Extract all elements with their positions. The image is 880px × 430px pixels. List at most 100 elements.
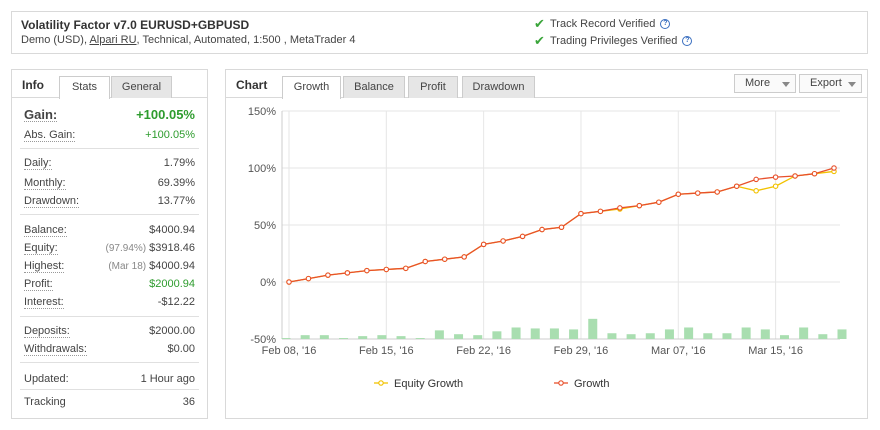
growth-point bbox=[364, 267, 370, 274]
growth-point bbox=[811, 170, 818, 177]
chevron-down-icon bbox=[848, 82, 856, 87]
tab-balance[interactable]: Balance bbox=[343, 76, 405, 98]
growth-point bbox=[500, 238, 506, 244]
growth-point bbox=[461, 254, 467, 260]
growth-point bbox=[286, 279, 292, 285]
highest-date: (Mar 18) bbox=[108, 261, 147, 272]
growth-point bbox=[578, 210, 584, 217]
volume-bar bbox=[645, 333, 655, 339]
volume-bar bbox=[281, 338, 291, 339]
more-button[interactable]: More bbox=[734, 74, 796, 93]
growth-point bbox=[675, 191, 682, 197]
help-icon[interactable]: ? bbox=[682, 36, 693, 46]
help-icon[interactable]: ? bbox=[660, 19, 671, 29]
growth-point bbox=[325, 272, 331, 278]
stat-updated: Updated: 1 Hour ago bbox=[24, 373, 195, 385]
check-icon: ✔ bbox=[534, 33, 545, 48]
growth-point bbox=[305, 275, 312, 282]
stat-withdrawals: Withdrawals: $0.00 bbox=[24, 343, 195, 356]
info-tabs: Info Stats General bbox=[12, 70, 207, 99]
growth-point bbox=[656, 199, 662, 205]
growth-point bbox=[539, 226, 545, 233]
export-button[interactable]: Export bbox=[799, 74, 862, 93]
growth-point bbox=[636, 202, 643, 209]
chevron-down-icon bbox=[782, 82, 790, 87]
equity-point bbox=[753, 188, 759, 194]
growth-point bbox=[480, 241, 487, 248]
volume-bar bbox=[358, 336, 368, 339]
tab-profit[interactable]: Profit bbox=[408, 76, 458, 98]
track-record-verified: ✔ Track Record Verified ? bbox=[534, 16, 671, 32]
check-icon: ✔ bbox=[534, 16, 545, 31]
x-tick-label: Mar 15, '16 bbox=[748, 345, 803, 357]
volume-bar bbox=[473, 335, 483, 339]
stat-equity: Equity: (97.94%) $3918.46 bbox=[24, 242, 195, 255]
info-panel: Info Stats General Gain: +100.05% Abs. Ga… bbox=[11, 69, 208, 419]
stat-monthly: Monthly: 69.39% bbox=[24, 177, 195, 190]
legend-marker bbox=[378, 380, 384, 386]
volume-bar bbox=[396, 336, 406, 339]
strategy-header: Volatility Factor v7.0 EURUSD+GBPUSD Dem… bbox=[11, 11, 868, 54]
strategy-title: Volatility Factor v7.0 EURUSD+GBPUSD bbox=[21, 18, 250, 32]
x-tick-label: Feb 15, '16 bbox=[359, 345, 414, 357]
legend-label: Equity Growth bbox=[394, 378, 463, 390]
broker-link[interactable]: Alpari RU bbox=[89, 34, 136, 46]
equity-percent: (97.94%) bbox=[105, 243, 147, 254]
x-tick-label: Feb 29, '16 bbox=[554, 345, 609, 357]
volume-bar bbox=[377, 335, 387, 339]
growth-point bbox=[383, 266, 390, 273]
growth-point bbox=[733, 183, 740, 189]
strategy-subtitle: Demo (USD), Alpari RU, Technical, Automa… bbox=[21, 34, 355, 46]
tab-drawdown[interactable]: Drawdown bbox=[462, 76, 535, 98]
y-tick-label: 100% bbox=[248, 163, 276, 175]
x-tick-label: Feb 08, '16 bbox=[262, 345, 317, 357]
volume-bar bbox=[492, 331, 502, 339]
chart-heading: Chart bbox=[236, 78, 268, 92]
volume-bar bbox=[626, 334, 636, 339]
stat-abs-gain: Abs. Gain: +100.05% bbox=[24, 129, 195, 142]
volume-bar bbox=[530, 328, 540, 339]
volume-bar bbox=[607, 333, 617, 339]
y-tick-label: 0% bbox=[260, 277, 276, 289]
volume-bar bbox=[722, 333, 732, 339]
stat-interest: Interest: -$12.22 bbox=[24, 296, 195, 309]
subtitle-account: Demo (USD), bbox=[21, 34, 90, 46]
divider bbox=[20, 214, 199, 215]
volume-bar bbox=[664, 329, 674, 339]
volume-bar bbox=[549, 328, 559, 339]
volume-bar bbox=[837, 329, 847, 339]
growth-point bbox=[422, 258, 429, 265]
legend-label: Growth bbox=[574, 378, 609, 390]
growth-point bbox=[617, 205, 623, 211]
volume-bar bbox=[300, 335, 310, 339]
volume-bar bbox=[511, 327, 521, 339]
divider bbox=[20, 316, 199, 317]
tab-general[interactable]: General bbox=[111, 76, 172, 98]
growth-point bbox=[597, 208, 604, 215]
stat-tracking: Tracking 36 bbox=[24, 396, 195, 408]
volume-bar bbox=[569, 329, 579, 339]
volume-bar bbox=[415, 338, 425, 339]
subtitle-details: , Technical, Automated, 1:500 , MetaTrad… bbox=[136, 34, 356, 46]
volume-bar bbox=[319, 335, 329, 339]
divider bbox=[20, 389, 199, 390]
volume-bar bbox=[741, 327, 751, 339]
growth-point bbox=[792, 173, 798, 179]
growth-point bbox=[441, 256, 448, 262]
x-tick-label: Mar 07, '16 bbox=[651, 345, 706, 357]
tab-growth[interactable]: Growth bbox=[282, 76, 341, 99]
track-record-label: Track Record Verified bbox=[550, 18, 656, 30]
trading-privileges-label: Trading Privileges Verified bbox=[550, 35, 678, 47]
volume-bar bbox=[818, 334, 828, 339]
info-heading: Info bbox=[22, 78, 44, 92]
y-tick-label: 150% bbox=[248, 106, 276, 118]
stat-deposits: Deposits: $2000.00 bbox=[24, 325, 195, 338]
tab-stats[interactable]: Stats bbox=[59, 76, 110, 99]
volume-bar bbox=[779, 335, 789, 339]
stat-daily: Daily: 1.79% bbox=[24, 157, 195, 170]
growth-point bbox=[403, 265, 409, 272]
divider bbox=[20, 362, 199, 363]
volume-bar bbox=[588, 318, 598, 339]
stat-balance: Balance: $4000.94 bbox=[24, 224, 195, 237]
growth-point bbox=[558, 224, 565, 231]
